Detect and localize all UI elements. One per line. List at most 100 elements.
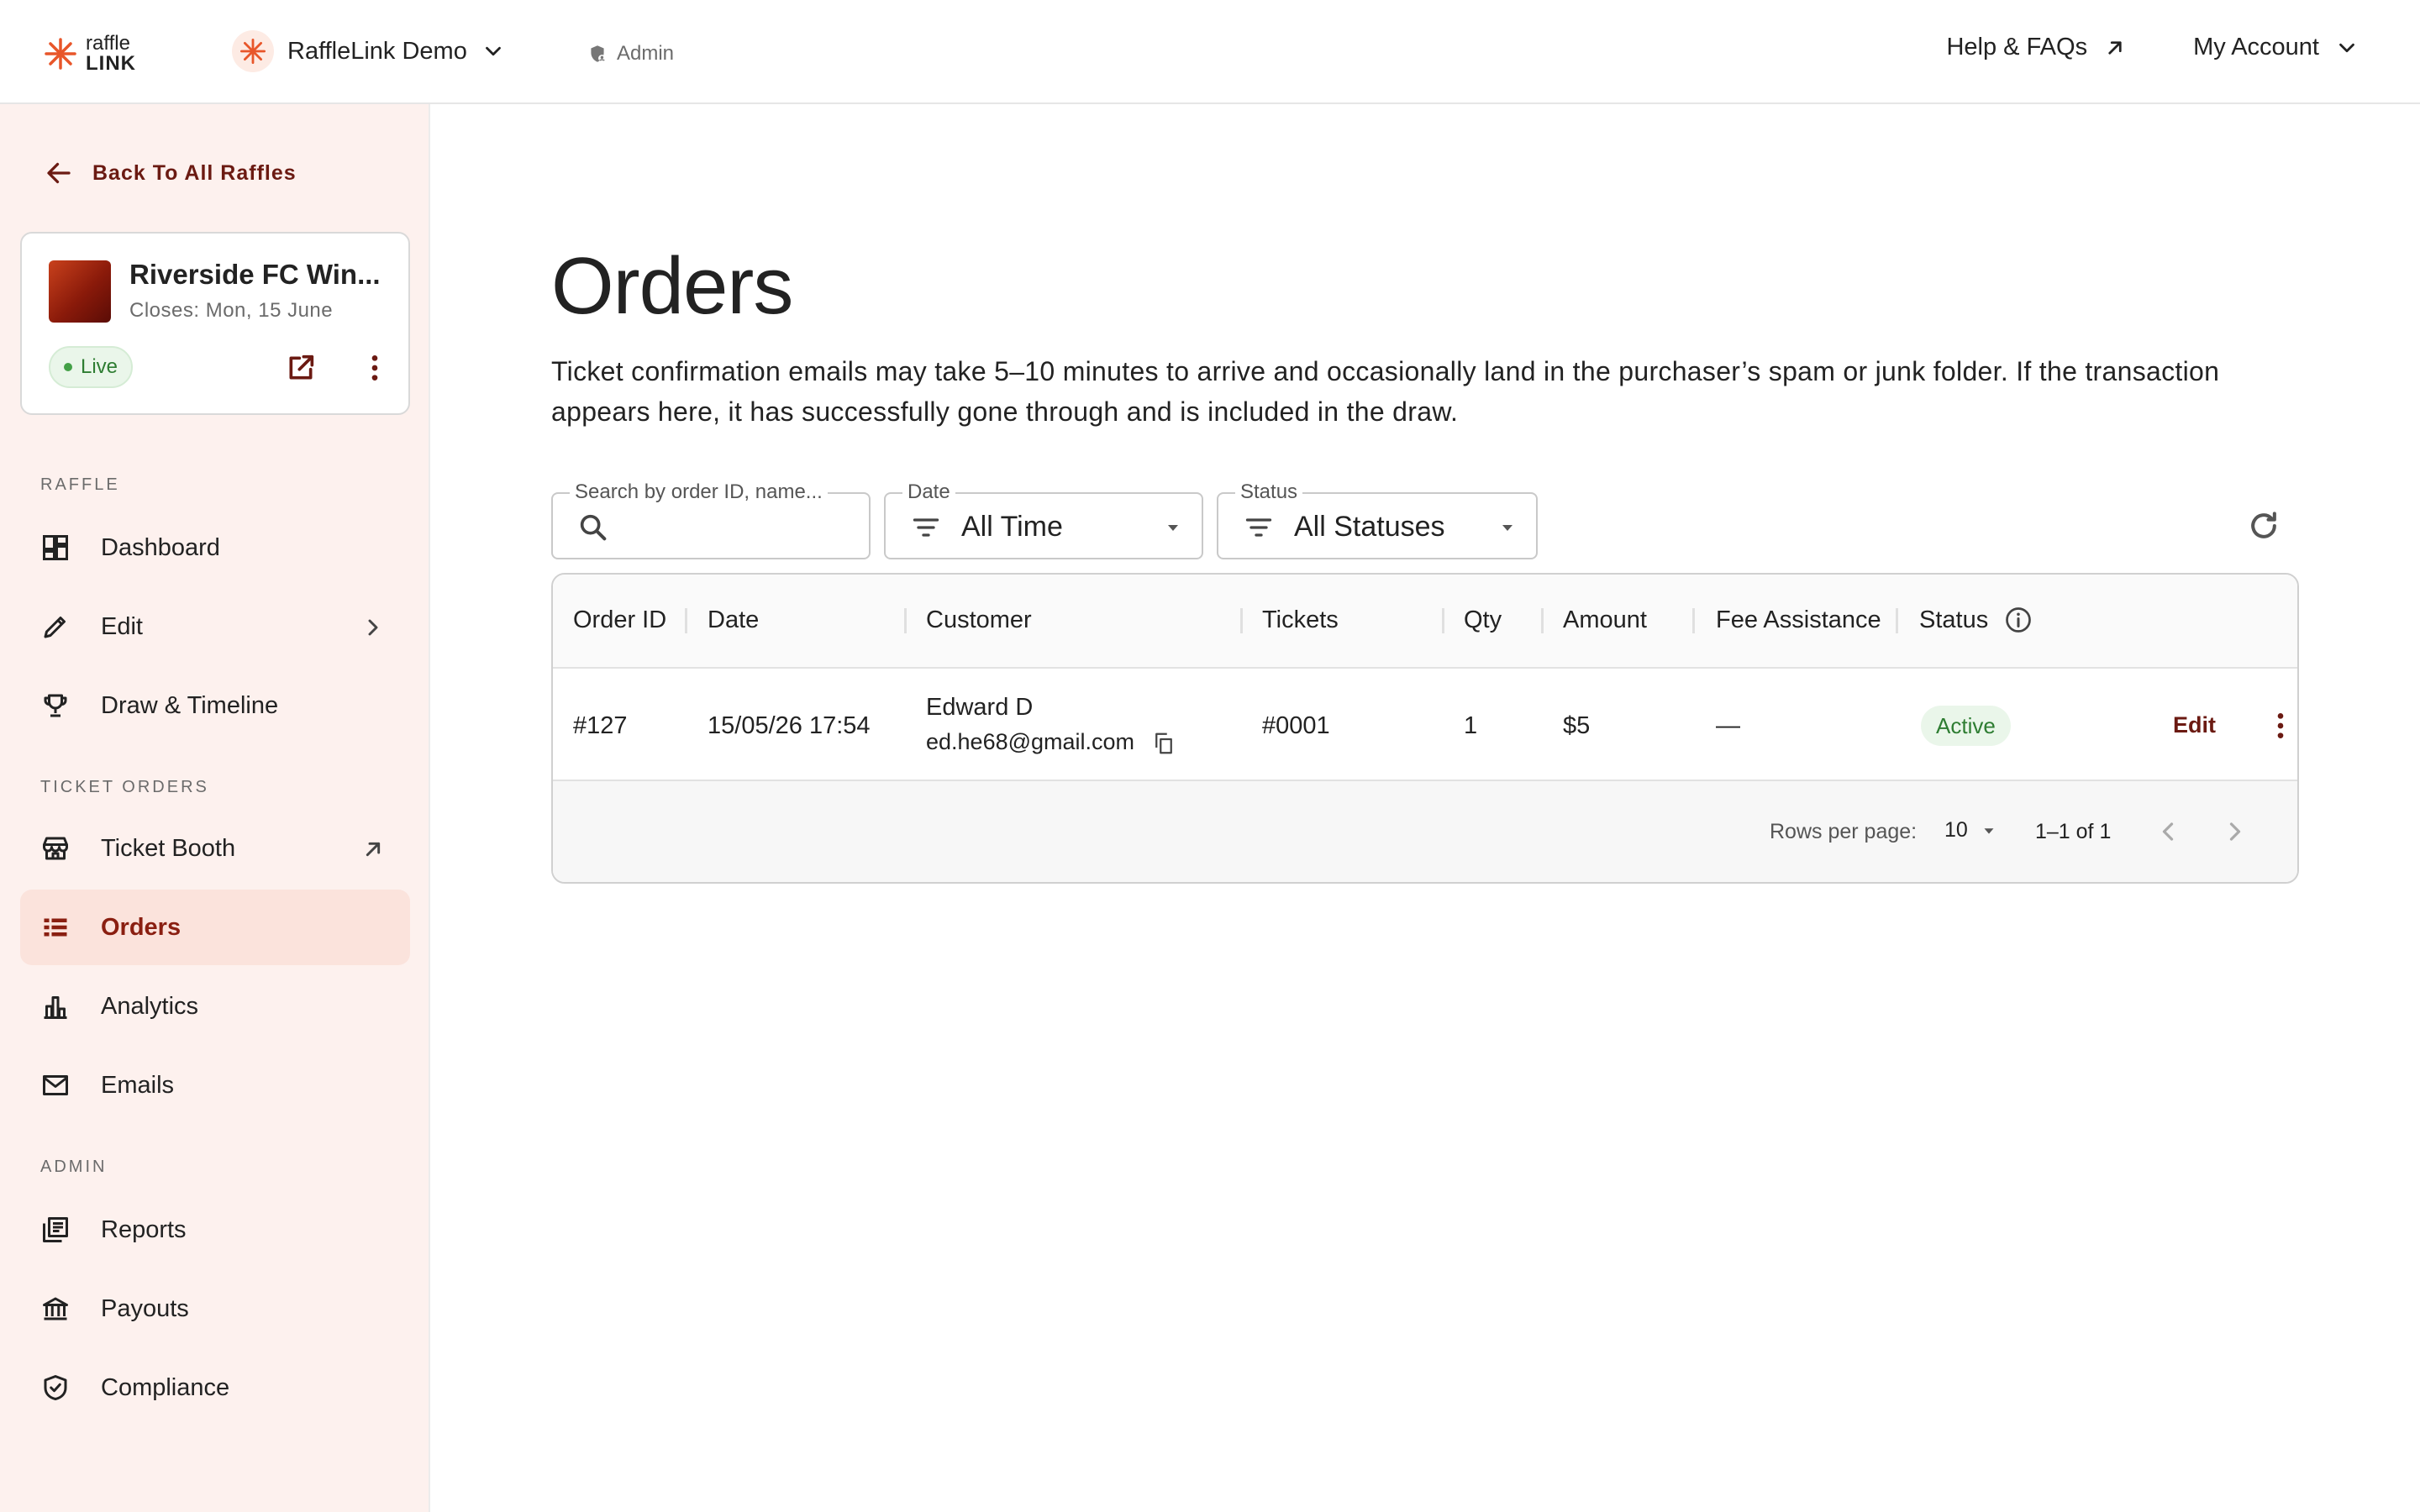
column-header-order-id[interactable]: Order ID	[573, 606, 666, 634]
chevron-down-icon	[2339, 43, 2354, 52]
filter-icon	[1245, 518, 1272, 537]
role-indicator: Admin	[587, 42, 674, 66]
help-faqs-link[interactable]: Help & FAQs	[1946, 34, 2128, 61]
rows-per-page-select[interactable]: 10	[1944, 818, 1998, 843]
sidebar-item-dashboard[interactable]: Dashboard	[20, 510, 410, 585]
sidebar-item-orders[interactable]: Orders	[20, 890, 410, 965]
logo-text-top: raffle	[86, 32, 130, 55]
sidebar-item-draw-timeline[interactable]: Draw & Timeline	[20, 668, 410, 743]
live-status-badge: Live	[49, 346, 134, 388]
column-divider[interactable]	[1541, 608, 1544, 633]
chevron-left-icon	[2162, 822, 2174, 841]
cell-customer-name: Edward D	[926, 694, 1034, 721]
sidebar-item-reports[interactable]: Reports	[20, 1192, 410, 1268]
table-pagination: Rows per page: 10 1–1 of 1	[553, 781, 2297, 882]
cell-amount: $5	[1563, 712, 1591, 739]
caret-down-icon	[1984, 827, 1994, 834]
sidebar-item-compliance[interactable]: Compliance	[20, 1350, 410, 1425]
previous-page-button[interactable]	[2153, 816, 2183, 851]
column-header-fee-assistance[interactable]: Fee Assistance	[1716, 606, 1881, 634]
copy-icon[interactable]	[1151, 731, 1176, 756]
storefront-icon	[43, 837, 68, 860]
cell-order-id: #127	[573, 712, 628, 739]
section-label-admin: ADMIN	[40, 1158, 108, 1176]
edit-order-button[interactable]: Edit	[2173, 712, 2216, 738]
status-filter-select[interactable]: Status All Statuses	[1217, 480, 1538, 559]
sidebar-item-payouts[interactable]: Payouts	[20, 1271, 410, 1347]
sidebar-item-label: Analytics	[101, 992, 199, 1020]
more-vertical-icon	[371, 355, 378, 381]
column-divider[interactable]	[904, 608, 907, 633]
sidebar-item-emails[interactable]: Emails	[20, 1047, 410, 1123]
chevron-right-icon	[2229, 822, 2241, 841]
page-title: Orders	[551, 241, 793, 331]
chevron-down-icon	[485, 46, 501, 56]
sidebar-item-label: Reports	[101, 1215, 187, 1243]
column-divider[interactable]	[1442, 608, 1444, 633]
cell-customer-email: ed.he68@gmail.com	[926, 729, 1135, 754]
live-dot	[64, 363, 72, 371]
asterisk-logo-icon	[45, 38, 76, 70]
section-label-raffle: RAFFLE	[40, 475, 120, 494]
logo[interactable]: raffle LINK	[44, 34, 136, 74]
status-badge: Active	[1921, 706, 2011, 746]
open-raffle-button[interactable]	[284, 351, 318, 389]
sidebar-item-edit[interactable]: Edit	[20, 589, 410, 664]
my-account-menu[interactable]: My Account	[2193, 34, 2360, 61]
open-in-new-icon	[289, 354, 314, 380]
refresh-button[interactable]	[2245, 507, 2282, 549]
shield-check-icon	[44, 1375, 67, 1400]
column-header-qty[interactable]: Qty	[1464, 606, 1502, 634]
sidebar-item-ticket-booth[interactable]: Ticket Booth	[20, 811, 410, 886]
info-icon[interactable]	[2003, 605, 2033, 635]
table-row[interactable]: #127 15/05/26 17:54 Edward D ed.he68@gma…	[553, 669, 2297, 781]
rows-per-page-value: 10	[1944, 818, 1968, 842]
next-page-button[interactable]	[2220, 816, 2250, 851]
raffle-card: Riverside FC Win... Closes: Mon, 15 June…	[20, 232, 410, 415]
sidebar: Back To All Raffles Riverside FC Win... …	[0, 104, 430, 1512]
caret-down-icon	[1502, 525, 1512, 531]
top-bar: raffle LINK RaffleLink Demo Admin Help &…	[0, 0, 2420, 104]
external-arrow-icon	[366, 842, 381, 857]
back-label: Back To All Raffles	[92, 160, 297, 185]
filter-icon	[913, 518, 939, 537]
table-header: Order ID Date Customer Tickets Qty Amoun…	[553, 575, 2297, 669]
sidebar-item-label: Edit	[101, 612, 143, 640]
back-to-raffles-link[interactable]: Back To All Raffles	[44, 158, 297, 188]
column-header-status[interactable]: Status	[1919, 606, 1988, 634]
column-header-date[interactable]: Date	[708, 606, 759, 634]
org-name: RaffleLink Demo	[287, 37, 467, 65]
logo-text-bottom: LINK	[86, 52, 136, 75]
bank-icon	[43, 1297, 68, 1320]
caret-down-icon	[1168, 525, 1178, 531]
cell-fee-assistance: —	[1716, 712, 1740, 739]
row-more-button[interactable]	[2264, 709, 2297, 747]
column-header-amount[interactable]: Amount	[1563, 606, 1647, 634]
column-divider[interactable]	[1692, 608, 1695, 633]
pencil-icon	[44, 617, 66, 638]
sidebar-item-label: Draw & Timeline	[101, 691, 279, 719]
sidebar-item-label: Compliance	[101, 1373, 230, 1401]
live-status-label: Live	[81, 355, 118, 378]
page-range: 1–1 of 1	[2035, 820, 2112, 843]
org-switcher[interactable]: RaffleLink Demo	[232, 30, 506, 72]
date-filter-value: All Time	[961, 511, 1063, 543]
help-faqs-label: Help & FAQs	[1946, 34, 2088, 60]
date-filter-select[interactable]: Date All Time	[884, 480, 1203, 559]
chevron-right-icon	[368, 619, 378, 636]
sidebar-item-label: Dashboard	[101, 533, 220, 561]
column-divider[interactable]	[1896, 608, 1898, 633]
my-account-label: My Account	[2193, 34, 2319, 60]
column-divider[interactable]	[685, 608, 687, 633]
list-icon	[44, 918, 67, 937]
search-input[interactable]: Search by order ID, name...	[551, 480, 871, 559]
column-divider[interactable]	[1240, 608, 1243, 633]
bar-chart-icon	[44, 996, 67, 1019]
column-header-customer[interactable]: Customer	[926, 606, 1032, 634]
cell-tickets: #0001	[1262, 712, 1330, 739]
sidebar-item-analytics[interactable]: Analytics	[20, 969, 410, 1044]
column-header-tickets[interactable]: Tickets	[1262, 606, 1339, 634]
top-nav: Help & FAQs My Account	[1946, 34, 2360, 61]
trophy-icon	[44, 694, 67, 717]
raffle-more-button[interactable]	[358, 351, 392, 389]
